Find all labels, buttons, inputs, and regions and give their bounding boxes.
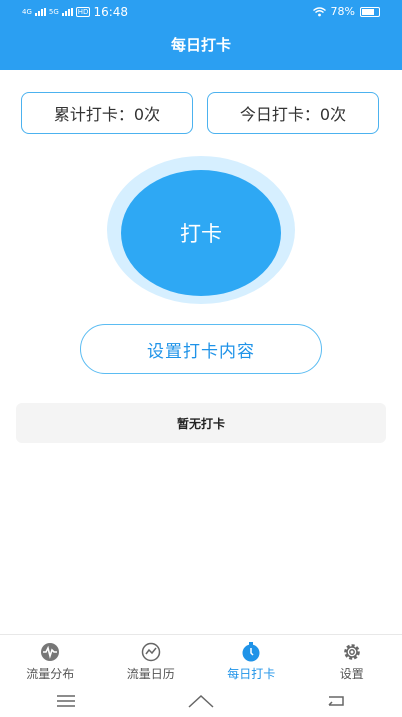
pulse-icon <box>40 642 60 662</box>
tab-label: 设置 <box>339 667 364 681</box>
bottom-tab-bar: 流量分布 流量日历 每日打卡 设置 <box>0 634 402 685</box>
network-4g-label: 4G <box>22 8 32 16</box>
back-icon[interactable] <box>326 694 346 708</box>
total-checkin-text: 累计打卡：0次 <box>53 105 161 124</box>
empty-state: 暂无打卡 <box>16 403 386 443</box>
page-title: 每日打卡 <box>170 36 231 54</box>
clock-icon <box>241 642 261 662</box>
tab-settings[interactable]: 设置 <box>302 635 402 685</box>
hd-badge: HD <box>75 7 91 17</box>
battery-percent: 78% <box>330 5 355 18</box>
punch-button[interactable]: 打卡 <box>121 170 281 296</box>
network-5g-label: 5G <box>48 8 59 16</box>
tab-label: 流量分布 <box>26 667 75 681</box>
total-checkin-card: 累计打卡：0次 <box>21 92 193 134</box>
tab-daily-checkin[interactable]: 每日打卡 <box>201 635 302 685</box>
tab-traffic-calendar[interactable]: 流量日历 <box>101 635 202 685</box>
menu-icon[interactable] <box>56 694 76 708</box>
home-icon[interactable] <box>188 694 214 708</box>
tab-label: 每日打卡 <box>227 667 276 681</box>
trend-icon <box>141 642 161 662</box>
tab-label: 流量日历 <box>126 667 175 681</box>
today-checkin-text: 今日打卡：0次 <box>239 105 347 124</box>
signal-icon <box>34 8 46 16</box>
status-time: 16:48 <box>93 5 129 19</box>
empty-state-text: 暂无打卡 <box>176 416 225 431</box>
status-bar: 4G 5G HD 16:48 78% <box>0 0 402 24</box>
app-header: 4G 5G HD 16:48 78% 每日打卡 <box>0 0 402 70</box>
battery-icon <box>360 6 380 17</box>
gear-icon <box>342 642 362 662</box>
set-checkin-content-button[interactable]: 设置打卡内容 <box>80 324 322 374</box>
system-nav-bar <box>0 684 402 717</box>
tab-traffic-distribution[interactable]: 流量分布 <box>0 635 101 685</box>
wifi-icon <box>312 6 326 16</box>
signal-icon <box>61 8 73 16</box>
today-checkin-card: 今日打卡：0次 <box>207 92 379 134</box>
